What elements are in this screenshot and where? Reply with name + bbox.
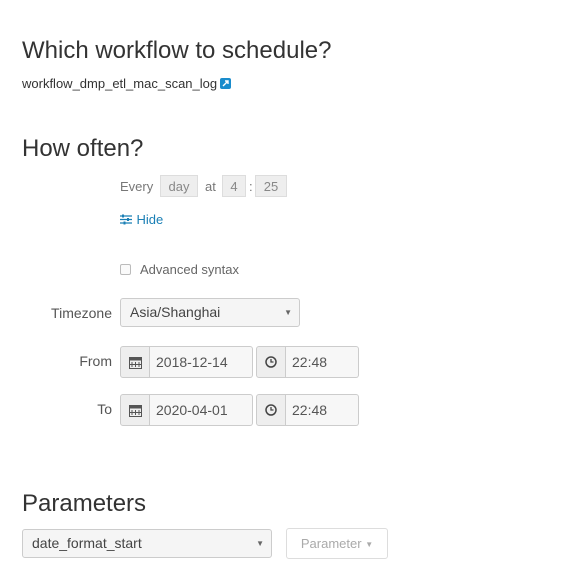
timezone-label: Timezone <box>51 305 112 321</box>
from-time-group: 22:48 <box>256 346 359 378</box>
time-separator: : <box>249 179 253 194</box>
timezone-value: Asia/Shanghai <box>130 304 221 320</box>
chevron-down-icon: ▼ <box>284 308 292 317</box>
to-time-group: 22:48 <box>256 394 359 426</box>
clock-icon[interactable] <box>256 394 286 426</box>
external-link-icon[interactable] <box>220 78 232 89</box>
at-label: at <box>205 179 216 194</box>
to-label: To <box>97 401 112 417</box>
from-time-input[interactable]: 22:48 <box>286 346 359 378</box>
from-date-group: 2018-12-14 <box>120 346 253 378</box>
frequency-heading: How often? <box>22 135 144 162</box>
advanced-syntax-checkbox[interactable] <box>120 264 131 275</box>
frequency-unit-select[interactable]: day <box>160 175 198 197</box>
workflow-name-link[interactable]: workflow_dmp_etl_mac_scan_log <box>22 76 217 91</box>
advanced-syntax-label: Advanced syntax <box>140 262 240 277</box>
every-label: Every <box>120 179 154 194</box>
timezone-select[interactable]: Asia/Shanghai ▼ <box>120 298 300 327</box>
add-parameter-button[interactable]: Parameter ▼ <box>286 528 388 559</box>
minute-select[interactable]: 25 <box>255 175 287 197</box>
parameter-select[interactable]: date_format_start ▼ <box>22 529 272 558</box>
add-parameter-label: Parameter <box>300 536 362 551</box>
hide-label: Hide <box>136 212 164 227</box>
clock-icon[interactable] <box>256 346 286 378</box>
to-date-input[interactable]: 2020-04-01 <box>150 394 253 426</box>
to-time-input[interactable]: 22:48 <box>286 394 359 426</box>
parameters-heading: Parameters <box>22 490 147 517</box>
chevron-down-icon: ▼ <box>256 539 264 548</box>
sliders-icon <box>120 212 132 230</box>
from-date-input[interactable]: 2018-12-14 <box>150 346 253 378</box>
from-label: From <box>79 353 112 369</box>
workflow-name-row: workflow_dmp_etl_mac_scan_log <box>22 76 232 91</box>
to-date-group: 2020-04-01 <box>120 394 253 426</box>
parameter-select-value: date_format_start <box>32 535 142 551</box>
workflow-heading: Which workflow to schedule? <box>22 37 332 64</box>
hide-toggle[interactable]: Hide <box>120 211 163 230</box>
calendar-icon[interactable] <box>120 346 150 378</box>
calendar-icon[interactable] <box>120 394 150 426</box>
hour-select[interactable]: 4 <box>222 175 246 197</box>
caret-down-icon: ▼ <box>365 540 374 549</box>
